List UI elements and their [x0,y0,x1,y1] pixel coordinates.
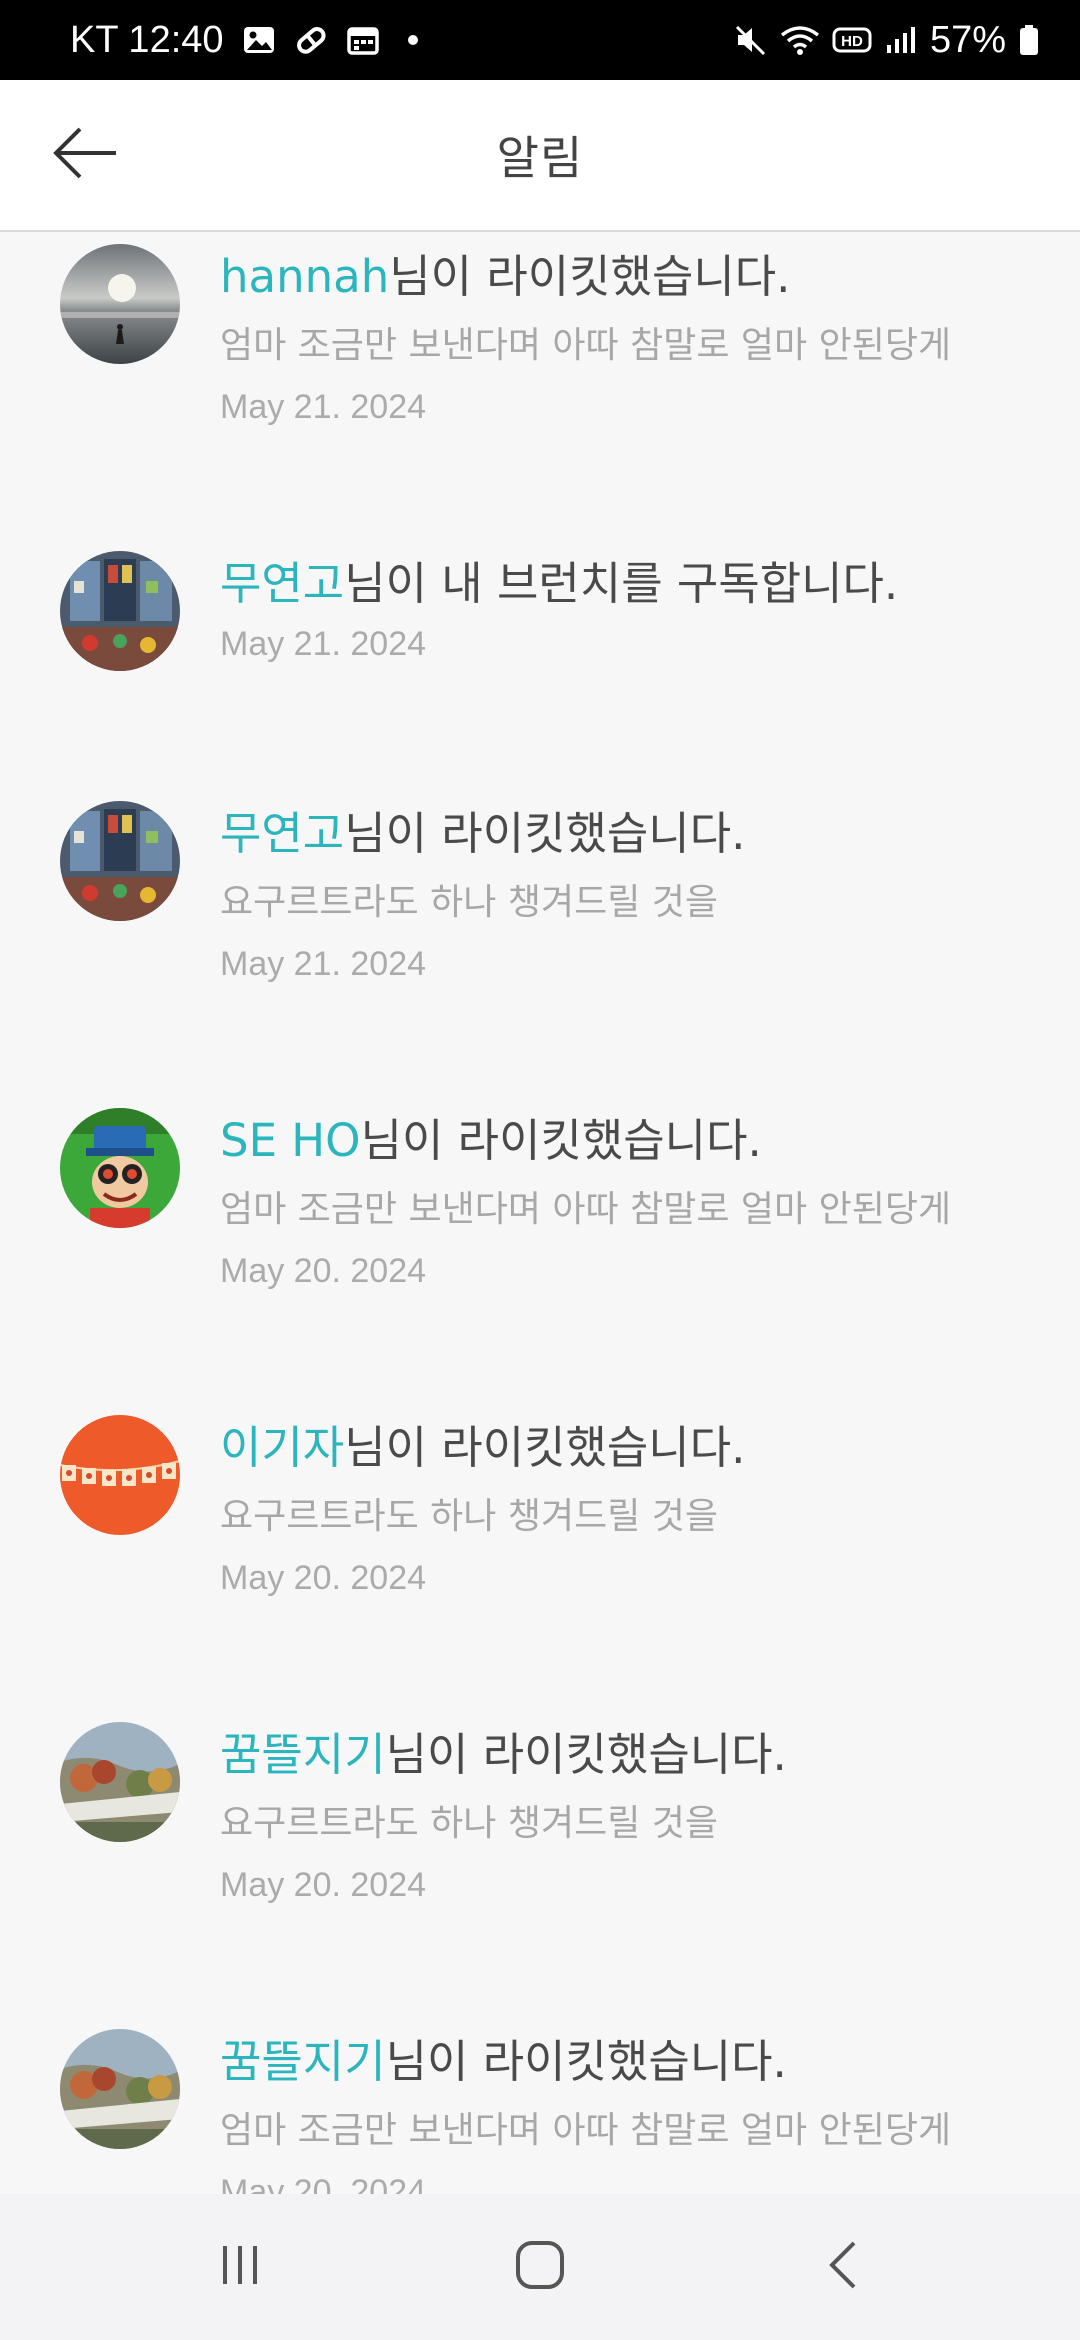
svg-text:HD: HD [841,33,863,50]
battery-percent: 57% [929,18,1006,61]
user-name-link[interactable]: 꿈뜰지기 [220,1728,386,1781]
cartoon-face-avatar[interactable] [60,1108,180,1228]
notification-snippet: 엄마 조금만 보낸다며 아따 참말로 얼마 안된당게 [220,2110,952,2151]
user-name-link[interactable]: 이기자 [220,1421,344,1474]
notification-dot-icon [407,35,418,45]
app-header: 알림 [0,80,1080,232]
battery-icon [1018,23,1040,57]
notification-headline: 이기자님이 라이킷했습니다. [220,1411,745,1476]
page-title: 알림 [496,131,584,185]
notification-action: 님이 라이킷했습니다. [344,1421,746,1474]
notification-date: May 20. 2024 [220,1252,427,1290]
user-name-link[interactable]: hannah [220,250,389,303]
notification-action: 님이 라이킷했습니다. [360,1114,762,1167]
notification-headline: 무연고님이 내 브런치를 구독합니다. [220,547,898,612]
notification-date: May 21. 2024 [220,625,427,663]
notification-date: May 21. 2024 [220,945,427,983]
notification-snippet: 요구르트라도 하나 챙겨드릴 것을 [220,882,719,923]
notification-snippet: 엄마 조금만 보낸다며 아따 참말로 얼마 안된당게 [220,325,952,366]
notification-item[interactable]: 무연고님이 내 브런치를 구독합니다. May 21. 2024 [0,525,1080,775]
toy-shelf-avatar[interactable] [60,551,180,671]
back-icon [820,2237,870,2297]
notification-date: May 20. 2024 [220,2173,427,2194]
user-name-link[interactable]: 꿈뜰지기 [220,2035,386,2088]
recent-apps-button[interactable] [190,2230,290,2304]
wifi-icon [780,23,820,57]
hd-icon: HD [832,23,872,57]
notification-snippet: 요구르트라도 하나 챙겨드릴 것을 [220,1496,719,1537]
notification-date: May 20. 2024 [220,1866,427,1904]
notification-action: 님이 라이킷했습니다. [385,1728,787,1781]
notification-list[interactable]: hannah님이 라이킷했습니다. 엄마 조금만 보낸다며 아따 참말로 얼마 … [0,232,1080,2194]
notification-date: May 21. 2024 [220,388,427,426]
autumn-landscape-avatar[interactable] [60,2029,180,2149]
status-bar: KT 12:40 HD 57% [0,0,1080,80]
notification-snippet: 요구르트라도 하나 챙겨드릴 것을 [220,1803,719,1844]
notification-headline: hannah님이 라이킷했습니다. [220,240,790,305]
home-icon [512,2237,568,2297]
status-bar-left: KT 12:40 [70,0,418,80]
system-back-button[interactable] [795,2230,895,2304]
toy-shelf-avatar[interactable] [60,801,180,921]
notification-action: 님이 내 브런치를 구독합니다. [344,557,899,610]
system-nav-bar [0,2194,1080,2340]
notification-headline: 꿈뜰지기님이 라이킷했습니다. [220,1718,787,1783]
gallery-icon [242,23,276,57]
orange-bunting-avatar[interactable] [60,1415,180,1535]
home-button[interactable] [490,2230,590,2304]
signal-icon [884,23,918,57]
notification-item[interactable]: hannah님이 라이킷했습니다. 엄마 조금만 보낸다며 아따 참말로 얼마 … [0,232,1080,525]
notification-headline: 무연고님이 라이킷했습니다. [220,797,745,862]
notification-action: 님이 라이킷했습니다. [344,807,746,860]
user-name-link[interactable]: 무연고 [220,807,344,860]
notification-date: May 20. 2024 [220,1559,427,1597]
notification-item[interactable]: 무연고님이 라이킷했습니다. 요구르트라도 하나 챙겨드릴 것을 May 21.… [0,775,1080,1082]
notification-headline: 꿈뜰지기님이 라이킷했습니다. [220,2025,787,2090]
notification-snippet: 엄마 조금만 보낸다며 아따 참말로 얼마 안된당게 [220,1189,952,1230]
carrier-time: KT 12:40 [70,18,224,61]
autumn-landscape-avatar[interactable] [60,1722,180,1842]
notification-item[interactable]: 꿈뜰지기님이 라이킷했습니다. 요구르트라도 하나 챙겨드릴 것을 May 20… [0,1696,1080,2003]
user-name-link[interactable]: 무연고 [220,557,344,610]
sunset-sea-avatar[interactable] [60,244,180,364]
pill-icon [294,23,328,57]
notification-item[interactable]: 이기자님이 라이킷했습니다. 요구르트라도 하나 챙겨드릴 것을 May 20.… [0,1389,1080,1696]
status-bar-right: HD 57% [734,0,1040,80]
mute-icon [734,23,768,57]
notification-item[interactable]: 꿈뜰지기님이 라이킷했습니다. 엄마 조금만 보낸다며 아따 참말로 얼마 안된… [0,2003,1080,2194]
notification-headline: SE HO님이 라이킷했습니다. [220,1104,762,1169]
calendar-icon [346,23,380,57]
notification-item[interactable]: SE HO님이 라이킷했습니다. 엄마 조금만 보낸다며 아따 참말로 얼마 안… [0,1082,1080,1389]
user-name-link[interactable]: SE HO [220,1114,361,1167]
notification-action: 님이 라이킷했습니다. [385,2035,787,2088]
recent-apps-icon [215,2240,265,2294]
notification-action: 님이 라이킷했습니다. [389,250,791,303]
